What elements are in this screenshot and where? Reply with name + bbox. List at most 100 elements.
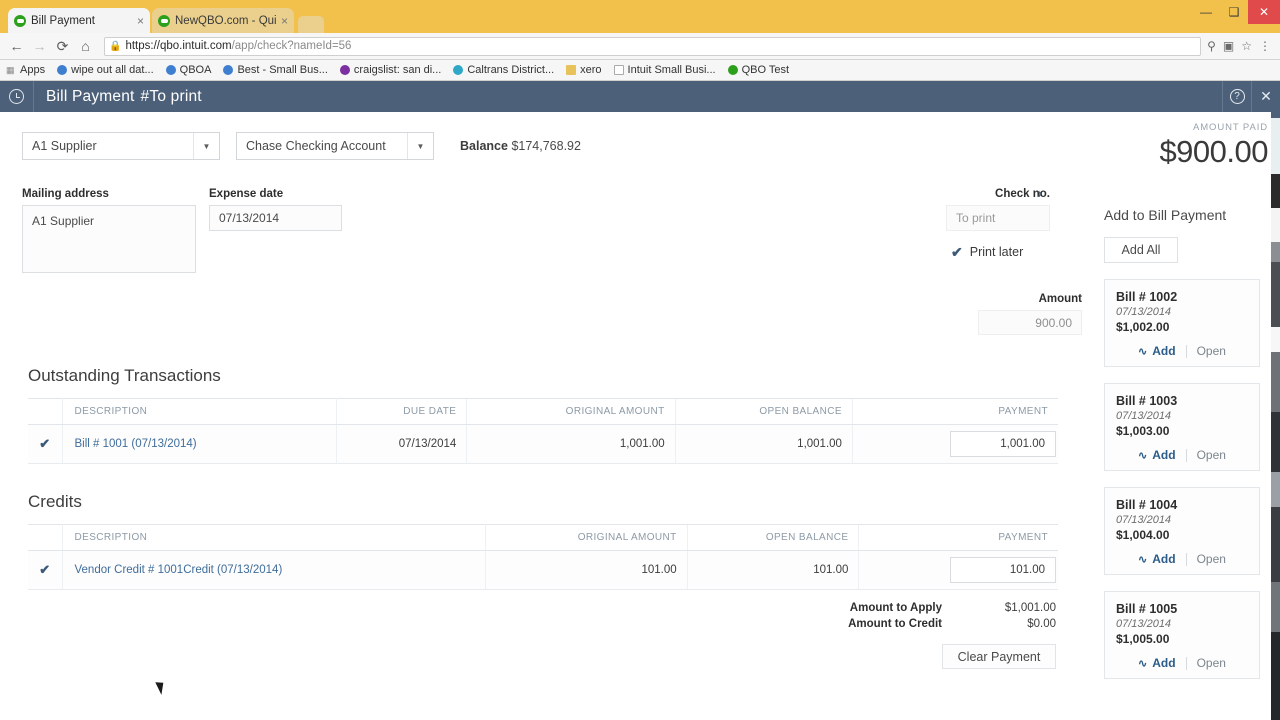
bookmark-7[interactable]: Intuit Small Busi... (613, 64, 716, 76)
divider (1185, 448, 1187, 462)
home-icon[interactable]: ⌂ (75, 36, 96, 57)
url-path: /app/check?nameId=56 (231, 40, 352, 52)
reload-icon[interactable]: ⟳ (52, 36, 73, 57)
row-checkbox[interactable]: ✔ (28, 550, 63, 590)
list-item[interactable]: Bill # 1004 07/13/2014 $1,004.00 ∿ Add O… (1104, 487, 1260, 576)
new-tab-button[interactable] (298, 16, 324, 33)
bookmark-6[interactable]: xero (566, 64, 602, 76)
row-payment-input[interactable]: 101.00 (950, 557, 1056, 583)
row-description[interactable]: Vendor Credit # 1001Credit (07/13/2014) (62, 550, 486, 590)
star-icon[interactable]: ☆ (1241, 39, 1252, 53)
chevron-down-icon[interactable]: ▼ (407, 133, 433, 159)
page-scroll-edge[interactable] (1271, 112, 1280, 720)
chevron-down-icon[interactable]: ▼ (193, 133, 219, 159)
payee-select[interactable]: A1 Supplier ▼ (22, 132, 220, 160)
peace-icon (339, 65, 350, 75)
bookmark-label: Best - Small Bus... (237, 64, 328, 76)
bill-add-button[interactable]: ∿ Add (1138, 656, 1176, 670)
browser-tab-1[interactable]: NewQBO.com - Quic × (152, 8, 294, 33)
browser-tab-0[interactable]: Bill Payment × (8, 8, 150, 33)
row-description[interactable]: Bill # 1001 (07/13/2014) (62, 424, 338, 464)
close-panel-button[interactable]: ✕ (1251, 81, 1280, 112)
expense-date-group: Expense date 07/13/2014 (209, 188, 342, 231)
bill-add-button[interactable]: ∿ Add (1138, 448, 1176, 462)
expense-date-input[interactable]: 07/13/2014 (209, 205, 342, 231)
maximize-icon[interactable]: ❑ (1220, 0, 1248, 24)
right-sidebar: AMOUNT PAID $900.00 Add to Bill Payment … (1092, 112, 1271, 720)
close-icon[interactable]: × (281, 15, 288, 27)
bill-open-button[interactable]: Open (1197, 448, 1226, 462)
outstanding-transactions-table: DESCRIPTION DUE DATE ORIGINAL AMOUNT OPE… (28, 398, 1058, 464)
row-payment-input[interactable]: 1,001.00 (950, 431, 1056, 457)
column-description: DESCRIPTION (62, 524, 486, 551)
forward-icon[interactable]: → (29, 36, 50, 57)
amount-paid-label: AMOUNT PAID (1193, 122, 1268, 133)
credits-table: DESCRIPTION ORIGINAL AMOUNT OPEN BALANCE… (28, 524, 1058, 590)
check-no-group: › Check no. To print ✔ Print later (946, 185, 1050, 259)
mailing-address-label: Mailing address (22, 188, 109, 200)
bill-open-button[interactable]: Open (1197, 656, 1226, 670)
browser-tab-title: NewQBO.com - Quic (175, 14, 277, 27)
bill-open-button[interactable]: Open (1197, 552, 1226, 566)
list-item[interactable]: Bill # 1002 07/13/2014 $1,002.00 ∿ Add O… (1104, 279, 1260, 368)
clear-payment-wrap: Clear Payment (28, 644, 1058, 669)
squiggle-add-icon: ∿ (1138, 449, 1148, 462)
bill-actions: ∿ Add Open (1116, 448, 1248, 462)
bank-account-select[interactable]: Chase Checking Account ▼ (236, 132, 434, 160)
select-all-column (28, 524, 63, 551)
bookmark-5[interactable]: Caltrans District... (453, 64, 554, 76)
menu-icon[interactable]: ⋮ (1259, 39, 1271, 53)
row-checkbox[interactable]: ✔ (28, 424, 63, 464)
bill-title: Bill # 1003 (1116, 394, 1178, 409)
mailing-address-group: Mailing address A1 Supplier (22, 188, 196, 273)
bill-amount: $1,002.00 (1116, 320, 1170, 335)
address-bar[interactable]: 🔒 https://qbo.intuit.com/app/check?nameI… (104, 36, 1202, 56)
dot-icon (165, 65, 176, 75)
back-icon[interactable]: ← (6, 36, 27, 57)
qbo-icon (14, 14, 26, 27)
add-all-button[interactable]: Add All (1104, 237, 1178, 264)
bill-open-button[interactable]: Open (1197, 344, 1226, 358)
bookmark-8[interactable]: QBO Test (727, 64, 789, 76)
divider (1185, 656, 1187, 670)
extension-icon[interactable]: ▣ (1223, 39, 1234, 53)
list-item[interactable]: Bill # 1003 07/13/2014 $1,003.00 ∿ Add O… (1104, 383, 1260, 472)
mailing-address-input[interactable]: A1 Supplier (22, 205, 196, 273)
clock-icon (9, 89, 24, 104)
window-close-icon[interactable]: ✕ (1248, 0, 1280, 24)
zoom-icon[interactable]: ⚲ (1207, 39, 1216, 53)
bookmark-label: craigslist: san di... (353, 64, 442, 76)
checkmark-icon: ✔ (39, 436, 51, 451)
page-title: Bill Payment #To print (34, 88, 202, 106)
list-item[interactable]: Bill # 1005 07/13/2014 $1,005.00 ∿ Add O… (1104, 591, 1260, 680)
bookmark-apps[interactable]: ▦ Apps (6, 64, 45, 76)
app-header: Bill Payment #To print ? ✕ (0, 81, 1280, 112)
check-no-label: Check no. (995, 188, 1050, 200)
clear-payment-button[interactable]: Clear Payment (942, 644, 1056, 669)
close-icon[interactable]: × (137, 15, 144, 27)
bill-add-button[interactable]: ∿ Add (1138, 344, 1176, 358)
bookmark-3[interactable]: Best - Small Bus... (223, 64, 328, 76)
minimize-icon[interactable]: — (1192, 0, 1220, 24)
balance-label: Balance (460, 139, 508, 153)
bookmark-4[interactable]: craigslist: san di... (339, 64, 442, 76)
apps-grid-icon: ▦ (6, 65, 15, 75)
amount-input[interactable]: 900.00 (978, 310, 1082, 335)
bookmark-1[interactable]: wipe out all dat... (57, 64, 154, 76)
top-selectors-row: A1 Supplier ▼ Chase Checking Account ▼ B… (0, 112, 1092, 160)
check-no-input[interactable]: To print (946, 205, 1050, 231)
table-row[interactable]: ✔ Bill # 1001 (07/13/2014) 07/13/2014 1,… (28, 424, 1058, 464)
recent-transactions-button[interactable] (0, 81, 34, 112)
dot-icon (57, 65, 68, 75)
bill-date: 07/13/2014 (1116, 306, 1172, 319)
bill-add-button[interactable]: ∿ Add (1138, 552, 1176, 566)
bookmark-2[interactable]: QBOA (165, 64, 211, 76)
help-button[interactable]: ? (1222, 81, 1251, 112)
print-later-checkbox[interactable]: ✔ Print later (946, 245, 1050, 259)
chevron-right-icon[interactable]: › (1037, 185, 1042, 202)
print-later-label: Print later (969, 245, 1024, 259)
window-controls: — ❑ ✕ (1192, 0, 1280, 24)
browser-toolbar: ← → ⟳ ⌂ 🔒 https://qbo.intuit.com/app/che… (0, 33, 1280, 60)
table-row[interactable]: ✔ Vendor Credit # 1001Credit (07/13/2014… (28, 550, 1058, 590)
bill-date: 07/13/2014 (1116, 410, 1172, 423)
